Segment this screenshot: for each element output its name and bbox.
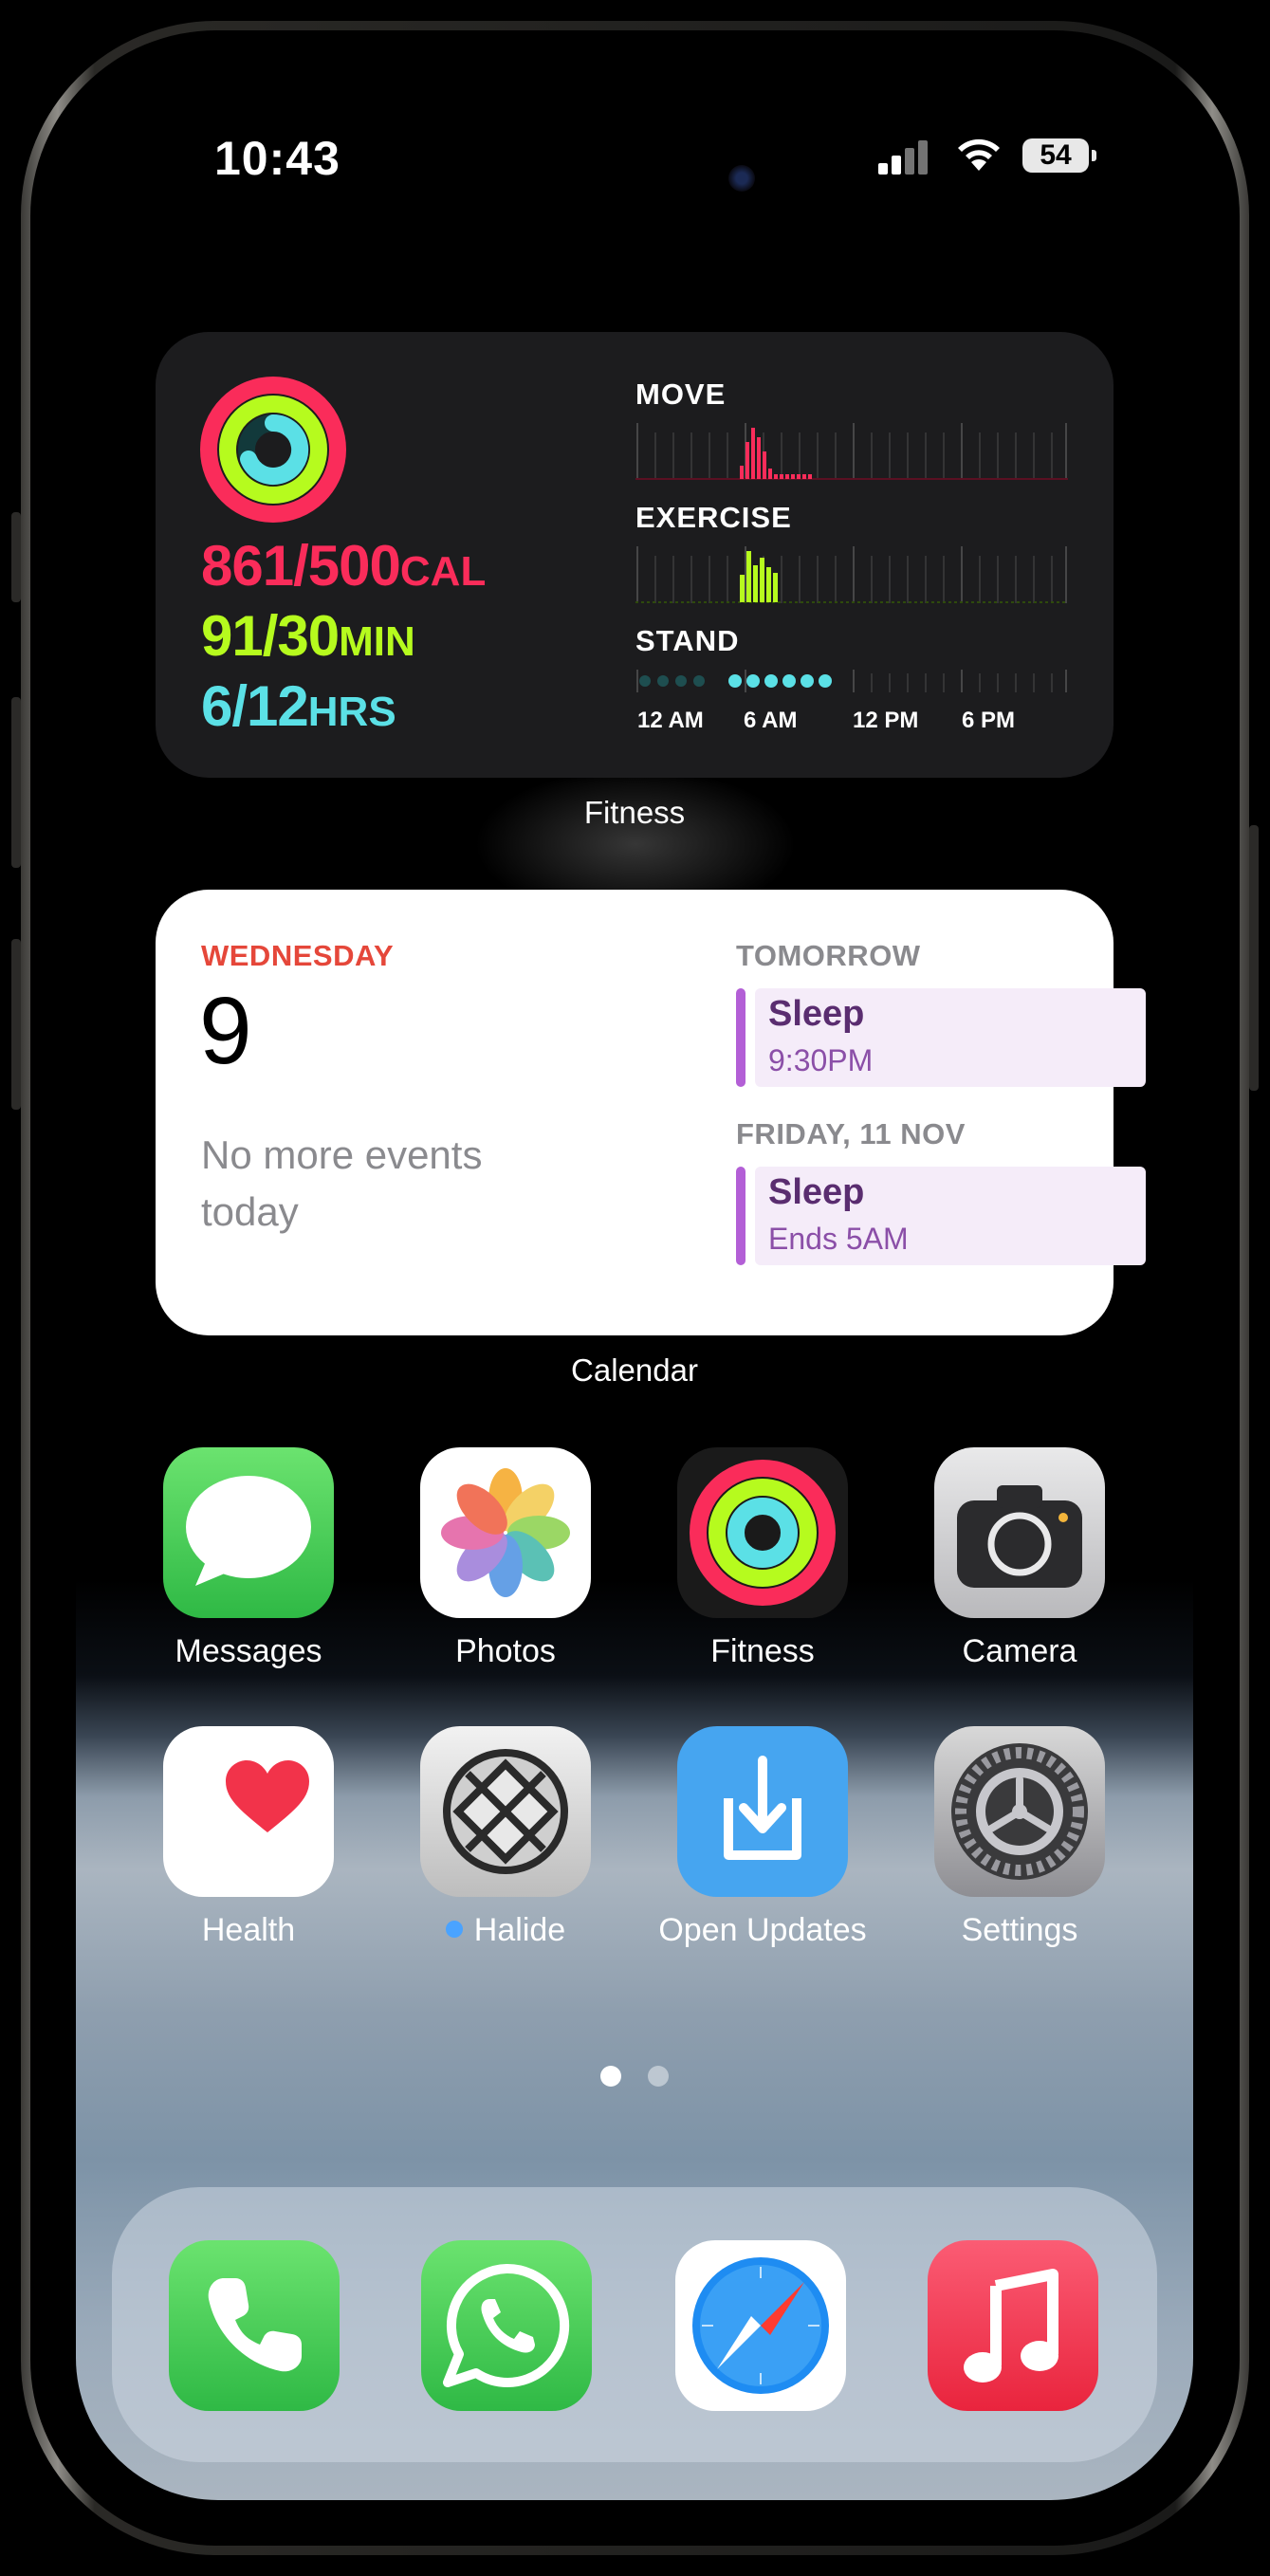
dynamic-island <box>478 131 791 226</box>
event-color-bar <box>736 1167 745 1265</box>
event-color-bar <box>736 988 745 1087</box>
calendar-widget[interactable]: WEDNESDAY 9 No more events today TOMORRO… <box>156 890 1146 1335</box>
home-screen: 10:43 54 861/500CAL 91/30MIN 6/12HRS MOV… <box>76 76 1193 2500</box>
time-label-12am: 12 AM <box>637 708 704 733</box>
app-label: Camera <box>962 1633 1077 1669</box>
exercise-stat: 91/30MIN <box>201 604 415 668</box>
whatsapp-icon <box>421 2240 592 2411</box>
open-updates-icon <box>677 1726 848 1897</box>
app-label: Settings <box>961 1912 1078 1948</box>
stand-chart-title: STAND <box>635 624 740 657</box>
exercise-chart-title: EXERCISE <box>635 501 792 534</box>
music-icon <box>928 2240 1098 2411</box>
event-time: Ends 5AM <box>768 1222 909 1256</box>
camera-icon <box>934 1447 1105 1618</box>
status-time: 10:43 <box>214 132 341 185</box>
calendar-weekday: WEDNESDAY <box>201 939 395 972</box>
halide-icon <box>420 1726 591 1897</box>
front-camera-icon <box>728 165 755 192</box>
calendar-widget-caption: Calendar <box>571 1352 698 1388</box>
fitness-widget-caption: Fitness <box>583 795 686 830</box>
page-dot[interactable] <box>648 2066 669 2087</box>
dock <box>112 2187 1157 2462</box>
calendar-event[interactable]: Sleep 9:30PM <box>736 988 1146 1087</box>
health-icon <box>163 1726 334 1897</box>
move-chart-title: MOVE <box>635 377 727 411</box>
photos-icon <box>420 1447 591 1618</box>
move-stat: 861/500CAL <box>201 534 487 598</box>
volume-up-button <box>11 697 21 868</box>
time-label-6am: 6 AM <box>744 708 798 733</box>
wifi-icon <box>958 138 1000 171</box>
battery-indicator: 54 <box>1022 138 1096 173</box>
settings-icon <box>934 1726 1105 1897</box>
messages-icon <box>163 1447 334 1618</box>
phone-icon <box>169 2240 340 2411</box>
volume-down-button <box>11 939 21 1110</box>
fitness-icon <box>677 1447 848 1618</box>
tomorrow-header: TOMORROW <box>736 939 921 972</box>
move-chart <box>635 423 1068 480</box>
page-indicator[interactable] <box>76 2066 1193 2091</box>
stand-chart <box>636 670 1067 692</box>
stand-stat: 6/12HRS <box>201 674 396 738</box>
fitness-widget[interactable]: 861/500CAL 91/30MIN 6/12HRS MOVE EXERCIS… <box>156 332 1114 778</box>
event-title: Sleep <box>768 1172 865 1212</box>
new-update-dot-icon <box>445 1921 463 1939</box>
calendar-date: 9 <box>199 978 252 1084</box>
silent-switch <box>11 512 21 602</box>
event-time: 9:30PM <box>768 1043 874 1077</box>
calendar-event[interactable]: Sleep Ends 5AM <box>736 1167 1146 1265</box>
exercise-chart <box>635 546 1068 603</box>
page-dot-active[interactable] <box>600 2066 621 2087</box>
time-label-12pm: 12 PM <box>853 708 919 733</box>
side-button <box>1249 825 1259 1091</box>
time-label-6pm: 6 PM <box>962 708 1016 733</box>
activity-rings-icon <box>200 377 346 523</box>
friday-header: FRIDAY, 11 NOV <box>736 1117 966 1150</box>
no-events-text: No more events today <box>201 1132 483 1234</box>
safari-icon <box>675 2240 846 2411</box>
cellular-signal-icon <box>878 137 935 175</box>
event-title: Sleep <box>768 994 865 1034</box>
